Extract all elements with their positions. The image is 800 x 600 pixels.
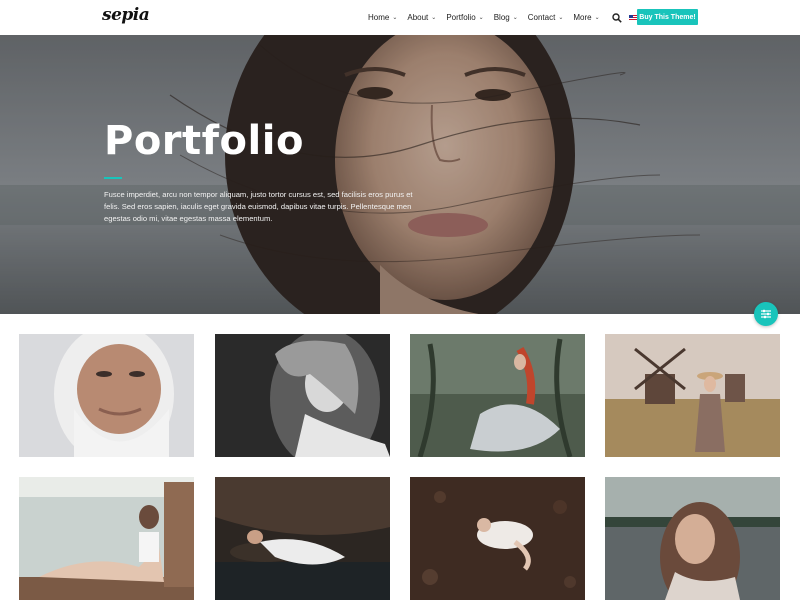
windmill-image: [605, 334, 780, 457]
site-header: sepia Home ⌄ About ⌄ Portfolio ⌄ Blog ⌄ Cont…: [0, 0, 800, 35]
chevron-down-icon: ⌄: [431, 15, 437, 21]
nav-item-label: About: [407, 13, 429, 22]
nav-item-label: More: [573, 13, 592, 22]
nav-item-more[interactable]: More ⌄: [573, 13, 599, 22]
gallery-item-bw-woman[interactable]: [215, 334, 390, 457]
main-nav: Home ⌄ About ⌄ Portfolio ⌄ Blog ⌄ Contact ⌄ M…: [368, 0, 649, 35]
filter-button[interactable]: [754, 302, 778, 326]
red-hair-image: [410, 334, 585, 457]
nav-item-contact[interactable]: Contact ⌄: [528, 13, 564, 22]
gallery-item-leaves-curled[interactable]: [410, 477, 585, 600]
nav-item-label: Blog: [493, 13, 510, 22]
lake-sitting-image: [19, 477, 194, 600]
gallery-item-lake-portrait[interactable]: [605, 477, 780, 600]
water-lying-image: [215, 477, 390, 600]
chevron-down-icon: ⌄: [512, 15, 518, 21]
chevron-down-icon: ⌄: [392, 15, 398, 21]
buy-theme-button[interactable]: Buy This Theme!: [637, 9, 698, 25]
gallery-item-lake-sitting[interactable]: [19, 477, 194, 600]
nav-item-label: Home: [368, 13, 390, 22]
gallery-item-old-man[interactable]: [19, 334, 194, 457]
logo[interactable]: sepia: [102, 5, 150, 25]
sliders-icon: [761, 309, 771, 319]
bw-woman-image: [215, 334, 390, 457]
gallery-item-red-hair[interactable]: [410, 334, 585, 457]
hero-overlay: [0, 35, 800, 314]
chevron-down-icon: ⌄: [594, 15, 600, 21]
nav-item-blog[interactable]: Blog ⌄: [494, 13, 518, 22]
gallery-item-windmill[interactable]: [605, 334, 780, 457]
leaves-curled-image: [410, 477, 585, 600]
nav-item-label: Portfolio: [446, 13, 476, 22]
nav-item-about[interactable]: About ⌄: [407, 13, 436, 22]
nav-item-home[interactable]: Home ⌄: [368, 13, 397, 22]
search-icon[interactable]: [611, 12, 622, 23]
title-accent-line: [104, 177, 122, 179]
old-man-image: [19, 334, 194, 457]
nav-item-portfolio[interactable]: Portfolio ⌄: [446, 13, 483, 22]
hero-description: Fusce imperdiet, arcu non tempor aliquam…: [104, 190, 413, 223]
lake-portrait-image: [605, 477, 780, 600]
nav-item-label: Contact: [527, 13, 556, 22]
gallery-item-water-lying[interactable]: [215, 477, 390, 600]
chevron-down-icon: ⌄: [478, 15, 484, 21]
hero-banner: Portfolio Fusce imperdiet, arcu non temp…: [0, 35, 800, 314]
chevron-down-icon: ⌄: [558, 15, 564, 21]
page-title: Portfolio: [104, 118, 304, 164]
